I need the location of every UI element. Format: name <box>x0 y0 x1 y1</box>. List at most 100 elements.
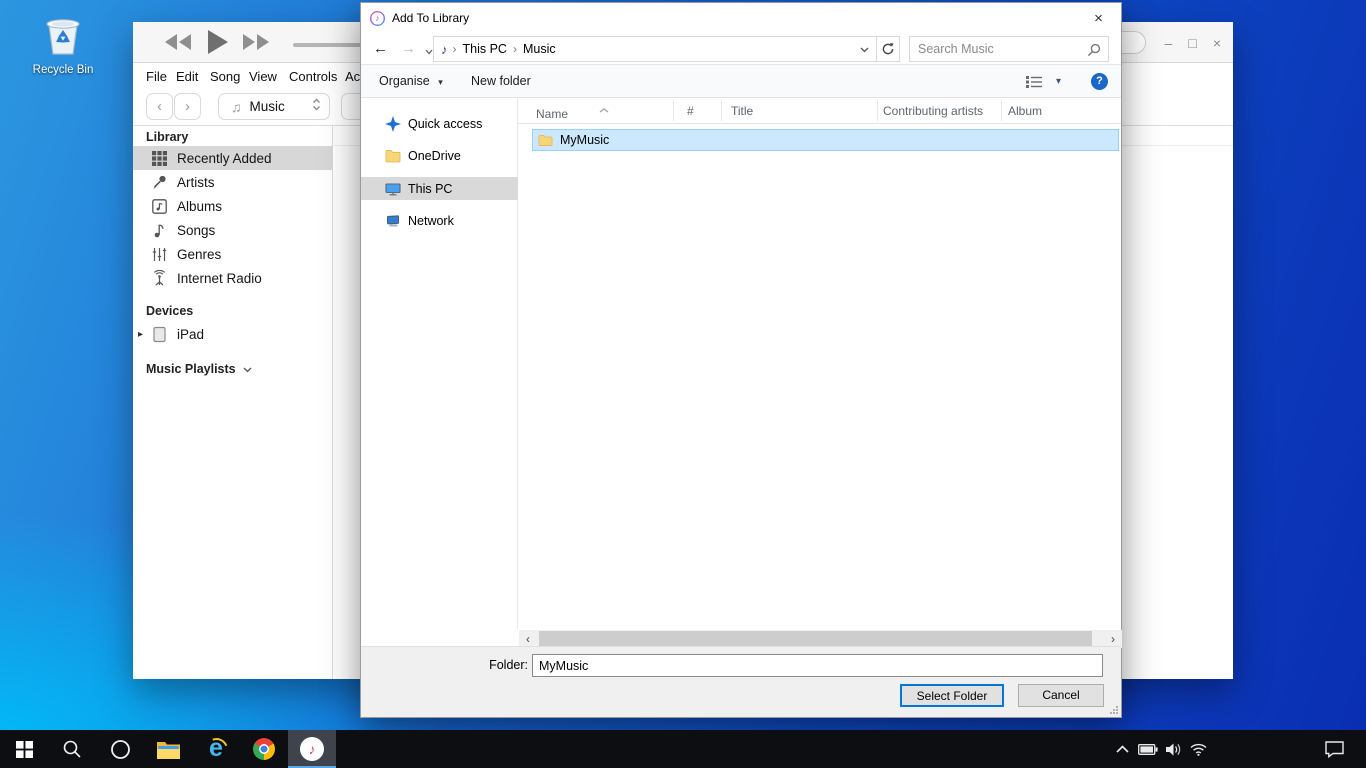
dialog-command-bar: Organise ▾ New folder ▾ ? <box>361 65 1121 98</box>
view-mode-caret-icon[interactable]: ▾ <box>1056 65 1061 98</box>
sort-ascending-icon <box>599 100 609 118</box>
action-center-icon <box>1325 741 1344 758</box>
folder-icon <box>385 148 401 164</box>
scrollbar-thumb[interactable] <box>539 631 1092 647</box>
refresh-button[interactable] <box>877 36 900 62</box>
file-explorer-button[interactable] <box>144 730 192 768</box>
sidebar-item-label: Albums <box>177 199 222 214</box>
navpane-item-label: This PC <box>408 182 452 196</box>
new-folder-label: New folder <box>471 74 531 88</box>
volume-tray-icon[interactable] <box>1162 730 1186 768</box>
column-separator <box>877 100 878 121</box>
recycle-bin-label: Recycle Bin <box>30 64 96 76</box>
internet-explorer-icon: e <box>209 736 223 761</box>
search-icon[interactable] <box>1087 43 1101 62</box>
navpane-item-network[interactable]: Network <box>361 209 518 232</box>
organise-button[interactable]: Organise ▾ <box>379 65 443 99</box>
devices-section-header: Devices <box>146 304 193 318</box>
cortana-button[interactable] <box>96 730 144 768</box>
dialog-footer: Folder: Select Folder Cancel <box>361 646 1121 717</box>
folder-name-input[interactable] <box>532 654 1103 677</box>
file-explorer-icon <box>157 740 180 759</box>
recycle-bin-shortcut[interactable]: Recycle Bin <box>30 8 96 76</box>
maximize-icon[interactable]: □ <box>1188 36 1196 50</box>
sidebar-item-label: Songs <box>177 223 215 238</box>
itunes-forward-button[interactable]: › <box>174 93 201 120</box>
back-arrow-icon[interactable]: ← <box>373 33 388 65</box>
stepper-chevrons-icon <box>312 97 321 117</box>
forward-arrow-icon[interactable]: → <box>401 33 416 65</box>
cancel-button[interactable]: Cancel <box>1018 684 1104 707</box>
sidebar-item-ipad[interactable]: ▸ iPad <box>133 322 333 346</box>
music-note-icon <box>151 222 168 239</box>
file-row-mymusic[interactable]: MyMusic <box>532 129 1119 151</box>
menu-edit[interactable]: Edit <box>176 64 198 89</box>
sidebar-item-genres[interactable]: Genres <box>133 242 333 266</box>
search-input[interactable] <box>918 37 1078 61</box>
rewind-button[interactable] <box>163 32 193 57</box>
dialog-title: Add To Library <box>392 11 469 25</box>
chevron-down-icon[interactable] <box>243 367 252 373</box>
library-section-header: Library <box>146 130 188 144</box>
sidebar-item-internet-radio[interactable]: Internet Radio <box>133 266 333 290</box>
navpane-item-quick-access[interactable]: Quick access <box>361 112 518 135</box>
sidebar-item-albums[interactable]: Albums <box>133 194 333 218</box>
breadcrumb-music[interactable]: Music <box>517 42 562 56</box>
address-bar[interactable]: ♪ › This PC › Music <box>433 36 877 62</box>
folder-icon <box>538 133 553 147</box>
file-list: Name # Title Contributing artists Album … <box>518 98 1121 629</box>
column-header-contributing-artists[interactable]: Contributing artists <box>883 104 983 118</box>
new-folder-button[interactable]: New folder <box>471 65 531 98</box>
ipad-icon <box>151 326 168 343</box>
file-list-header: Name # Title Contributing artists Album <box>518 98 1121 124</box>
itunes-back-button[interactable]: ‹ <box>146 93 173 120</box>
sidebar-item-recently-added[interactable]: Recently Added <box>133 146 333 170</box>
play-button[interactable] <box>205 29 229 60</box>
playlists-section-header: Music Playlists <box>146 362 252 376</box>
menu-view[interactable]: View <box>249 64 277 89</box>
breadcrumb-this-pc[interactable]: This PC <box>457 42 513 56</box>
column-header-name[interactable]: Name <box>536 107 568 121</box>
close-icon[interactable]: × <box>1213 36 1221 50</box>
dialog-navbar: ← → ↑ ♪ › This PC › Music <box>361 33 1121 65</box>
dialog-close-button[interactable]: × <box>1076 3 1121 33</box>
navpane-item-this-pc[interactable]: This PC <box>361 177 518 200</box>
column-header-album[interactable]: Album <box>1008 104 1042 118</box>
note-glyph: ♪ <box>375 14 380 23</box>
address-dropdown-chevron-icon[interactable] <box>860 40 869 58</box>
chevron-right-icon: › <box>185 98 190 115</box>
beamed-note-icon: ♫ <box>231 99 242 115</box>
grid-icon <box>151 150 168 167</box>
column-separator <box>673 100 674 121</box>
internet-explorer-button[interactable]: e <box>192 730 240 768</box>
view-mode-icon[interactable] <box>1026 75 1044 94</box>
sidebar-item-artists[interactable]: Artists <box>133 170 333 194</box>
menu-song[interactable]: Song <box>210 64 240 89</box>
menu-file[interactable]: File <box>146 64 167 89</box>
select-folder-button[interactable]: Select Folder <box>900 684 1004 707</box>
itunes-icon: ♪ <box>300 737 324 761</box>
sidebar-item-label: Artists <box>177 175 215 190</box>
battery-tray-icon[interactable] <box>1136 730 1160 768</box>
taskbar-search-button[interactable] <box>48 730 96 768</box>
wifi-tray-icon[interactable] <box>1186 730 1210 768</box>
fast-forward-button[interactable] <box>241 32 271 57</box>
itunes-taskbar-button[interactable]: ♪ <box>288 730 336 768</box>
action-center-button[interactable] <box>1322 730 1346 768</box>
tray-expand-button[interactable] <box>1110 730 1134 768</box>
menu-controls[interactable]: Controls <box>289 64 337 89</box>
column-header-title[interactable]: Title <box>731 104 753 118</box>
start-button[interactable] <box>0 730 48 768</box>
organise-label: Organise <box>379 74 430 88</box>
help-icon[interactable]: ? <box>1091 73 1108 90</box>
recent-locations-chevron-icon[interactable] <box>425 35 433 67</box>
chrome-button[interactable] <box>240 730 288 768</box>
navpane-item-onedrive[interactable]: OneDrive <box>361 144 518 167</box>
column-header-number[interactable]: # <box>687 104 694 118</box>
windows-logo-icon <box>16 741 33 758</box>
resize-grip[interactable] <box>1109 705 1118 714</box>
media-kind-selector[interactable]: ♫ Music <box>218 93 330 120</box>
disclosure-triangle-icon[interactable]: ▸ <box>138 329 143 340</box>
sidebar-item-songs[interactable]: Songs <box>133 218 333 242</box>
minimize-icon[interactable]: – <box>1165 36 1173 50</box>
